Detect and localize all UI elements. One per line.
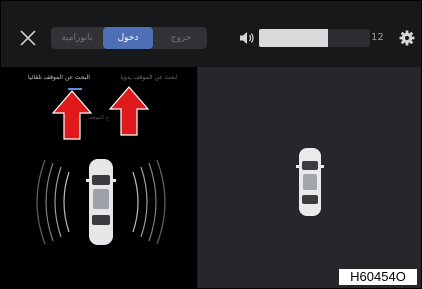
option-manual-search[interactable]: ابحث عن الموقف يدويا	[109, 71, 189, 85]
speaker-icon[interactable]	[238, 30, 256, 46]
volume-slider[interactable]	[259, 29, 370, 47]
tab-park-in[interactable]: دخول	[103, 27, 153, 49]
parking-mode-panel: البحث عن الموقف تلقائيا ابحث عن الموقف ي…	[1, 67, 197, 288]
close-icon[interactable]	[16, 26, 40, 50]
tab-panoramic[interactable]: بانورامية	[51, 27, 103, 49]
volume-level	[259, 29, 328, 47]
figure-code: H60454O	[339, 269, 417, 285]
gear-icon[interactable]	[399, 30, 415, 46]
car-with-radar-icon	[36, 159, 166, 245]
mode-selector: بانورامية دخول خروج	[51, 27, 207, 49]
parking-assist-screen: بانورامية دخول خروج 12 البحث عن الموقف ت…	[0, 0, 422, 289]
volume-value: 12	[371, 32, 384, 43]
car-icon	[296, 148, 324, 216]
option-auto-search[interactable]: البحث عن الموقف تلقائيا	[23, 71, 95, 85]
top-bar: بانورامية دخول خروج 12	[1, 1, 421, 67]
camera-view-panel	[198, 67, 421, 288]
tab-park-out[interactable]: خروج	[155, 27, 207, 49]
red-arrow-icon	[108, 86, 150, 136]
red-arrow-icon	[51, 90, 93, 140]
